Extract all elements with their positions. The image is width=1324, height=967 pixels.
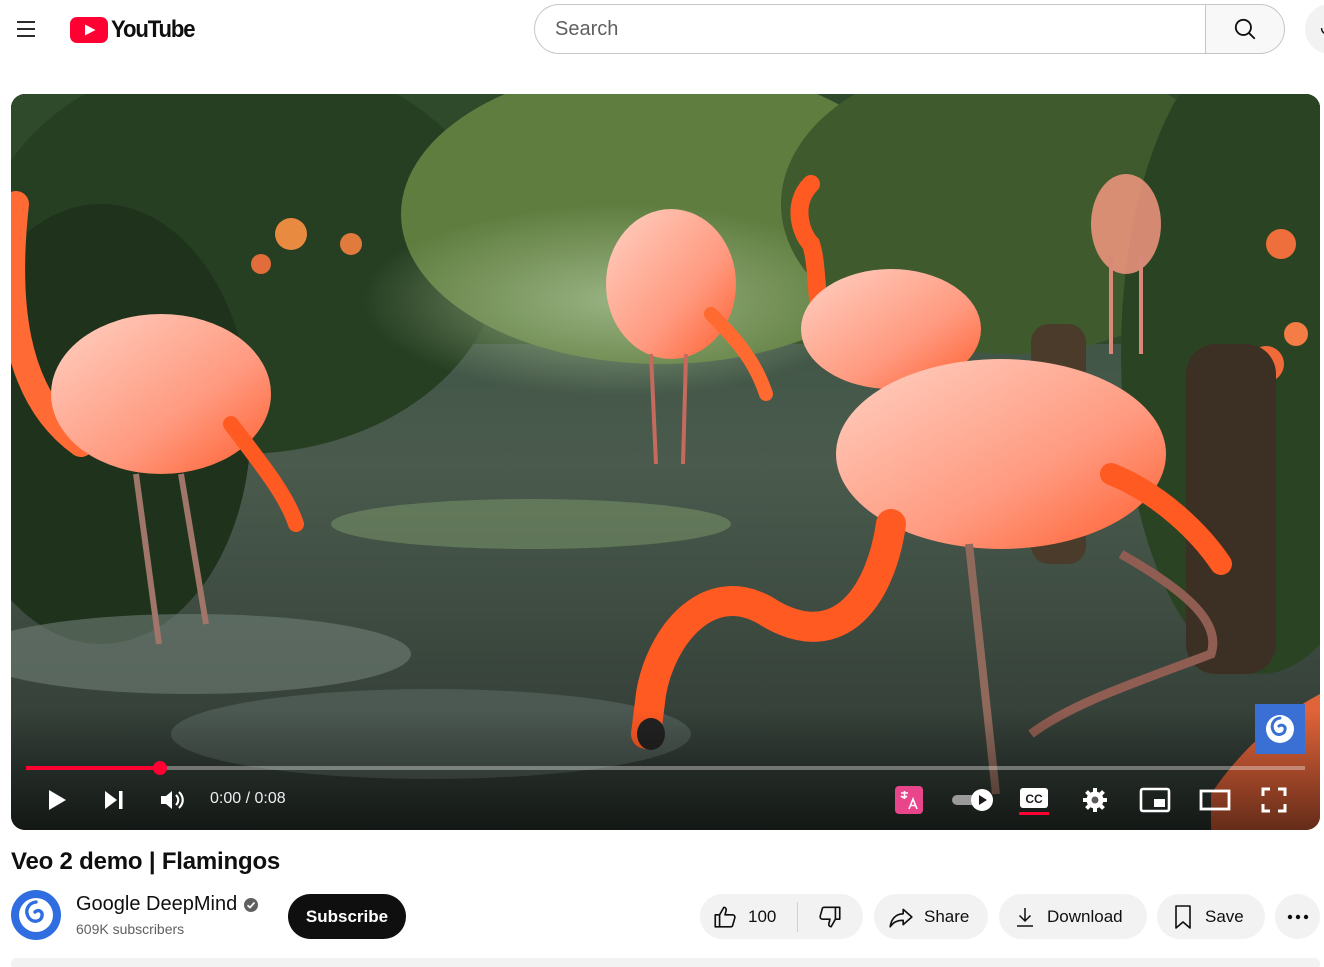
- share-label: Share: [924, 906, 970, 926]
- save-button[interactable]: Save: [1157, 894, 1265, 939]
- like-dislike-group: 100: [700, 894, 863, 939]
- dislike-icon: [819, 905, 841, 928]
- search-icon: [1234, 18, 1256, 40]
- channel-watermark[interactable]: [1255, 704, 1305, 754]
- theater-mode-icon: [1199, 789, 1231, 811]
- verified-icon: [244, 897, 259, 912]
- search-button[interactable]: [1205, 4, 1285, 54]
- more-actions-button[interactable]: [1275, 894, 1320, 939]
- captions-icon: CC: [1019, 788, 1049, 815]
- captions-button[interactable]: CC: [1017, 782, 1051, 818]
- play-button[interactable]: [39, 782, 75, 818]
- description-box-edge[interactable]: [11, 958, 1320, 967]
- progress-bar[interactable]: [26, 761, 1305, 775]
- download-icon: [1017, 907, 1033, 927]
- channel-avatar[interactable]: [11, 890, 61, 940]
- deepmind-avatar-icon: [19, 898, 53, 932]
- progress-played: [26, 766, 161, 770]
- download-label: Download: [1047, 906, 1123, 926]
- mute-button[interactable]: [154, 782, 190, 818]
- voice-search-button[interactable]: [1305, 4, 1324, 54]
- logo-text: YouTube: [111, 16, 196, 43]
- more-icon: [1287, 914, 1308, 919]
- video-player[interactable]: 0:00 / 0:08 CC: [11, 94, 1320, 830]
- microphone-icon: [1320, 27, 1324, 34]
- save-label: Save: [1205, 906, 1244, 926]
- fullscreen-icon: [1261, 787, 1287, 813]
- subscriber-count: 609K subscribers: [76, 921, 185, 937]
- like-button[interactable]: 100: [700, 901, 798, 932]
- search-bar: [534, 4, 1285, 54]
- play-icon: [49, 790, 66, 810]
- youtube-logo-icon: [70, 17, 108, 43]
- svg-text:CC: CC: [1025, 792, 1043, 806]
- like-count: 100: [748, 906, 777, 926]
- like-icon: [714, 905, 736, 928]
- time-display: 0:00 / 0:08: [210, 790, 286, 807]
- save-icon: [1175, 904, 1191, 929]
- autoplay-toggle[interactable]: [949, 782, 997, 818]
- menu-icon[interactable]: [6, 9, 46, 49]
- miniplayer-button[interactable]: [1137, 782, 1173, 818]
- fullscreen-button[interactable]: [1256, 782, 1292, 818]
- video-title: Veo 2 demo | Flamingos: [11, 848, 281, 875]
- miniplayer-icon: [1139, 787, 1171, 813]
- next-button[interactable]: [96, 782, 132, 818]
- auto-translate-button[interactable]: [893, 782, 925, 818]
- progress-track: [26, 766, 1305, 770]
- auto-translate-icon: [895, 786, 923, 814]
- theater-mode-button[interactable]: [1197, 782, 1233, 818]
- share-icon: [889, 908, 913, 928]
- channel-name[interactable]: Google DeepMind: [76, 893, 259, 916]
- channel-name-text: Google DeepMind: [76, 893, 238, 915]
- autoplay-toggle-icon: [952, 789, 993, 811]
- download-button[interactable]: Download: [999, 894, 1147, 939]
- settings-button[interactable]: [1077, 782, 1113, 818]
- next-icon: [105, 791, 123, 809]
- deepmind-logo-icon: [1266, 715, 1294, 743]
- volume-icon: [161, 791, 184, 809]
- search-input[interactable]: [534, 4, 1205, 54]
- settings-icon: [1083, 788, 1107, 812]
- dislike-button[interactable]: [798, 894, 862, 939]
- subscribe-button[interactable]: Subscribe: [288, 894, 406, 939]
- youtube-logo[interactable]: YouTube: [70, 16, 202, 44]
- share-button[interactable]: Share: [874, 894, 988, 939]
- masthead: YouTube: [0, 0, 1324, 58]
